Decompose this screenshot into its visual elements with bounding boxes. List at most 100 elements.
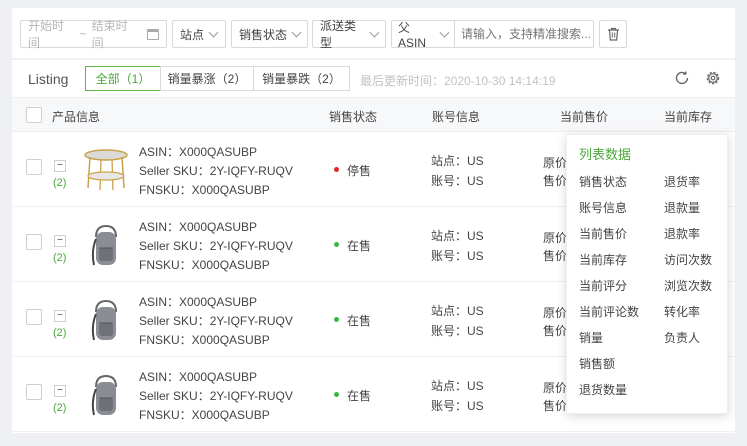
column-option[interactable]: 转化率 <box>664 303 700 320</box>
asin-text: ASIN：X000QASUBP <box>139 370 258 384</box>
asin-type-select[interactable]: 父ASIN <box>392 20 455 50</box>
column-option[interactable]: 账号信息 <box>579 199 627 216</box>
fnsku-text: FNSKU：X000QASUBP <box>139 333 270 347</box>
date-range-picker[interactable]: 开始时间 ~ 结束时间 <box>20 17 167 51</box>
row-checkbox[interactable] <box>26 384 42 400</box>
product-image-backpack <box>91 299 117 341</box>
select-all-checkbox[interactable] <box>26 107 42 123</box>
trash-icon <box>607 27 619 41</box>
collapse-button[interactable]: − <box>54 385 66 397</box>
status-dot <box>334 392 339 397</box>
site-text: 站点：US <box>431 304 484 318</box>
delete-button[interactable] <box>599 20 627 48</box>
table-header: 产品信息 销售状态 账号信息 当前售价 当前库存 <box>12 97 735 132</box>
column-option[interactable]: 销售状态 <box>579 173 627 190</box>
column-option[interactable]: 浏览次数 <box>664 277 712 294</box>
seller-sku-text: Seller SKU：2Y-IQFY-RUQV <box>139 164 293 178</box>
asin-search-group: 父ASIN <box>391 20 594 50</box>
fnsku-text: FNSKU：X000QASUBP <box>139 258 270 272</box>
tab-all[interactable]: 全部（1） <box>85 66 161 91</box>
column-option[interactable]: 负责人 <box>664 329 700 346</box>
chevron-down-icon <box>439 27 450 37</box>
end-date-input[interactable]: 结束时间 <box>92 17 139 51</box>
chevron-down-icon <box>291 27 302 37</box>
sale-price-label: 售价 <box>543 249 568 263</box>
fnsku-text: FNSKU：X000QASUBP <box>139 408 270 422</box>
collapse-button[interactable]: − <box>54 235 66 247</box>
asin-text: ASIN：X000QASUBP <box>139 295 258 309</box>
site-select[interactable]: 站点 <box>172 20 226 48</box>
account-text: 账号：US <box>431 174 484 188</box>
status-dot <box>334 167 339 172</box>
collapse-button[interactable]: − <box>54 310 66 322</box>
original-price-label: 原价 <box>543 306 568 320</box>
header-current-price: 当前售价 <box>560 110 609 124</box>
collapse-button[interactable]: − <box>54 160 66 172</box>
column-settings-menu: 列表数据 销售状态 账号信息 当前售价 当前库存 当前评分 当前评论数 销量 销… <box>566 134 728 414</box>
account-text: 账号：US <box>431 399 484 413</box>
account-text: 账号：US <box>431 249 484 263</box>
header-current-stock: 当前库存 <box>664 110 713 124</box>
row-checkbox[interactable] <box>26 159 42 175</box>
sale-price-label: 售价 <box>543 324 568 338</box>
account-text: 账号：US <box>431 324 484 338</box>
search-input[interactable] <box>461 27 593 41</box>
tab-sales-plunge[interactable]: 销量暴跌（2） <box>253 66 350 91</box>
product-image-backpack <box>91 224 117 266</box>
column-menu-title: 列表数据 <box>579 147 632 162</box>
product-image-round-table <box>84 149 128 191</box>
column-option[interactable]: 退货率 <box>664 173 700 190</box>
site-select-label: 站点 <box>180 27 205 42</box>
sale-status-select[interactable]: 销售状态 <box>231 20 308 48</box>
column-option[interactable]: 当前评论数 <box>579 303 639 320</box>
status-text: 停售 <box>347 164 372 178</box>
page-title: Listing <box>28 71 69 87</box>
seller-sku-text: Seller SKU：2Y-IQFY-RUQV <box>139 239 293 253</box>
refresh-icon[interactable] <box>674 70 690 86</box>
tab-sales-surge[interactable]: 销量暴涨（2） <box>160 66 254 91</box>
status-dot <box>334 242 339 247</box>
status-dot <box>334 317 339 322</box>
column-option[interactable]: 当前评分 <box>579 277 627 294</box>
site-text: 站点：US <box>431 379 484 393</box>
variant-count: (2) <box>53 252 67 264</box>
column-option[interactable]: 当前售价 <box>579 225 627 242</box>
asin-text: ASIN：X000QASUBP <box>139 145 258 159</box>
row-checkbox[interactable] <box>26 309 42 325</box>
site-text: 站点：US <box>431 154 484 168</box>
status-text: 在售 <box>347 239 372 253</box>
column-option[interactable]: 当前库存 <box>579 251 627 268</box>
column-option[interactable]: 销售额 <box>579 355 615 372</box>
column-option[interactable]: 访问次数 <box>664 251 712 268</box>
start-date-input[interactable]: 开始时间 <box>28 17 75 51</box>
seller-sku-text: Seller SKU：2Y-IQFY-RUQV <box>139 389 293 403</box>
chevron-down-icon <box>369 27 380 37</box>
sale-status-select-label: 销售状态 <box>239 27 288 42</box>
calendar-icon <box>147 28 160 40</box>
asin-type-label: 父ASIN <box>398 20 427 50</box>
sale-price-label: 售价 <box>543 399 568 413</box>
filter-bar: 开始时间 ~ 结束时间 站点 销售状态 派送类型 父ASIN <box>12 8 735 58</box>
column-option[interactable]: 退货数量 <box>579 381 627 398</box>
status-text: 在售 <box>347 389 372 403</box>
gear-icon[interactable] <box>705 70 721 86</box>
original-price-label: 原价 <box>543 231 568 245</box>
seller-sku-text: Seller SKU：2Y-IQFY-RUQV <box>139 314 293 328</box>
chevron-down-icon <box>208 27 219 37</box>
original-price-label: 原价 <box>543 156 568 170</box>
fnsku-text: FNSKU：X000QASUBP <box>139 183 270 197</box>
column-option[interactable]: 退款率 <box>664 225 700 242</box>
site-text: 站点：US <box>431 229 484 243</box>
column-option[interactable]: 退款量 <box>664 199 700 216</box>
column-option[interactable]: 销量 <box>579 329 603 346</box>
status-text: 在售 <box>347 314 372 328</box>
variant-count: (2) <box>53 177 67 189</box>
ship-type-select[interactable]: 派送类型 <box>312 19 386 50</box>
last-updated-time: 最后更新时间：2020-10-30 14:14:19 <box>360 74 556 88</box>
row-checkbox[interactable] <box>26 234 42 250</box>
sale-price-label: 售价 <box>543 174 568 188</box>
variant-count: (2) <box>53 327 67 339</box>
header-sale-status: 销售状态 <box>329 110 378 124</box>
product-image-backpack <box>91 374 117 416</box>
date-range-separator: ~ <box>79 27 87 41</box>
